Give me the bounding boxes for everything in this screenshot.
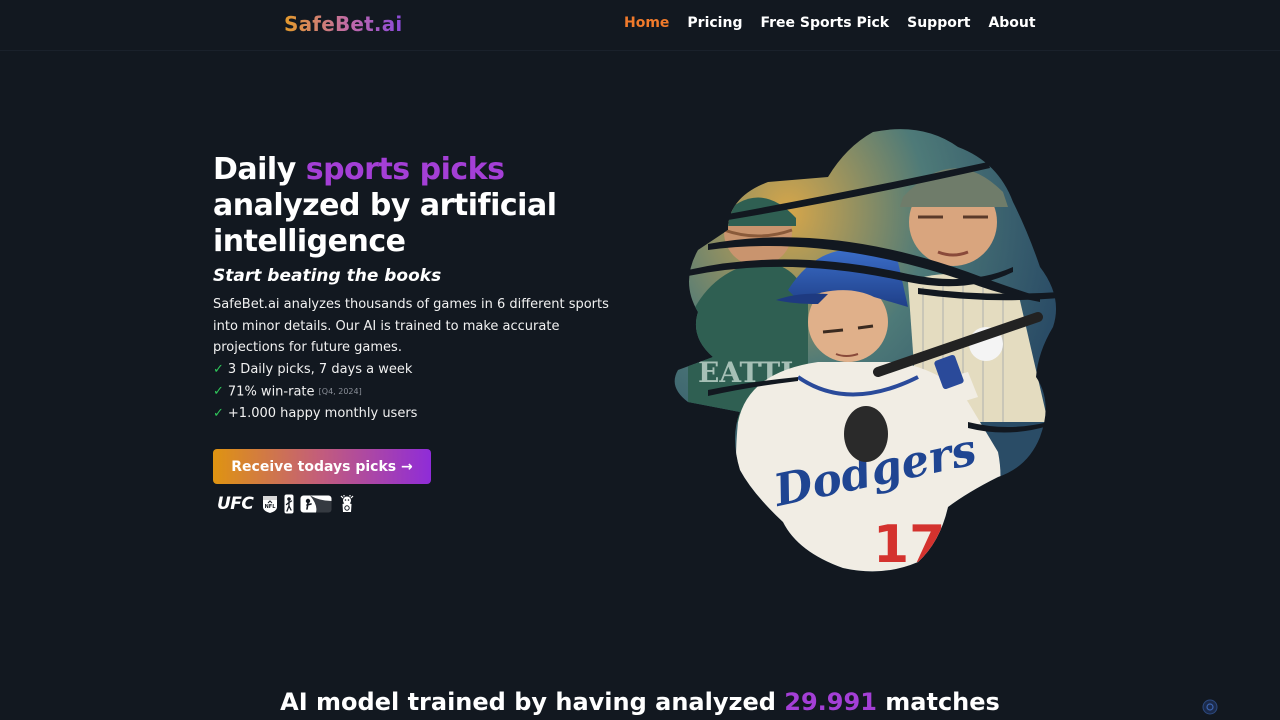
feature-item: ✓ +1.000 happy monthly users bbox=[213, 403, 417, 425]
nav-support-link[interactable]: Support bbox=[907, 15, 970, 31]
feature-text: +1.000 happy monthly users bbox=[227, 405, 418, 421]
matches-heading-part1: AI model trained by having analyzed bbox=[280, 688, 785, 716]
chat-widget-icon[interactable] bbox=[1202, 699, 1218, 715]
hero-title-part2: analyzed by artificial intelligence bbox=[213, 188, 557, 259]
check-icon: ✓ bbox=[213, 384, 224, 400]
mlb-logo-icon bbox=[300, 495, 332, 513]
win-rate-period-note: [Q4, 2024] bbox=[318, 386, 362, 396]
main-menu: Home Pricing Free Sports Pick Support Ab… bbox=[624, 15, 1036, 31]
feature-item: ✓ 71% win-rate [Q4, 2024] bbox=[213, 381, 417, 403]
nba-logo-icon bbox=[284, 494, 294, 514]
league-logos: UFC NFL bbox=[217, 494, 356, 514]
check-icon: ✓ bbox=[213, 405, 224, 421]
receive-picks-button[interactable]: Receive todays picks → bbox=[213, 449, 431, 484]
matches-analyzed-heading: AI model trained by having analyzed 29.9… bbox=[0, 688, 1280, 716]
check-icon: ✓ bbox=[213, 362, 224, 377]
feature-text: 3 Daily picks, 7 days a week bbox=[227, 362, 413, 377]
svg-text:17: 17 bbox=[873, 515, 945, 574]
hero-title: Daily sports picks analyzed by artificia… bbox=[213, 152, 633, 260]
hero-subtitle: Start beating the books bbox=[213, 266, 442, 286]
baseball-players-illustration: EATTI Dodgers 17 bbox=[674, 129, 1060, 574]
nav-home-link[interactable]: Home bbox=[624, 15, 669, 31]
hero-title-part1: Daily bbox=[213, 152, 306, 187]
svg-text:NFL: NFL bbox=[265, 504, 277, 510]
nav-free-sports-pick-link[interactable]: Free Sports Pick bbox=[760, 15, 889, 31]
matches-count: 29.991 bbox=[784, 688, 877, 716]
nfl-logo-icon: NFL bbox=[263, 496, 278, 513]
site-logo[interactable]: SafeBet.ai bbox=[284, 12, 402, 36]
premier-league-logo-icon bbox=[340, 495, 354, 512]
hero-title-highlight: sports picks bbox=[305, 152, 505, 187]
hero-description: SafeBet.ai analyzes thousands of games i… bbox=[213, 297, 609, 356]
feature-list: ✓ 3 Daily picks, 7 days a week ✓ 71% win-r… bbox=[213, 359, 417, 424]
feature-item: ✓ 3 Daily picks, 7 days a week bbox=[213, 359, 417, 381]
top-navbar: SafeBet.ai Home Pricing Free Sports Pick… bbox=[0, 0, 1280, 51]
nav-pricing-link[interactable]: Pricing bbox=[687, 15, 742, 31]
nav-about-link[interactable]: About bbox=[988, 15, 1035, 31]
ufc-logo: UFC bbox=[217, 494, 254, 514]
matches-heading-part2: matches bbox=[876, 688, 1000, 716]
feature-text: 71% win-rate bbox=[227, 384, 315, 400]
